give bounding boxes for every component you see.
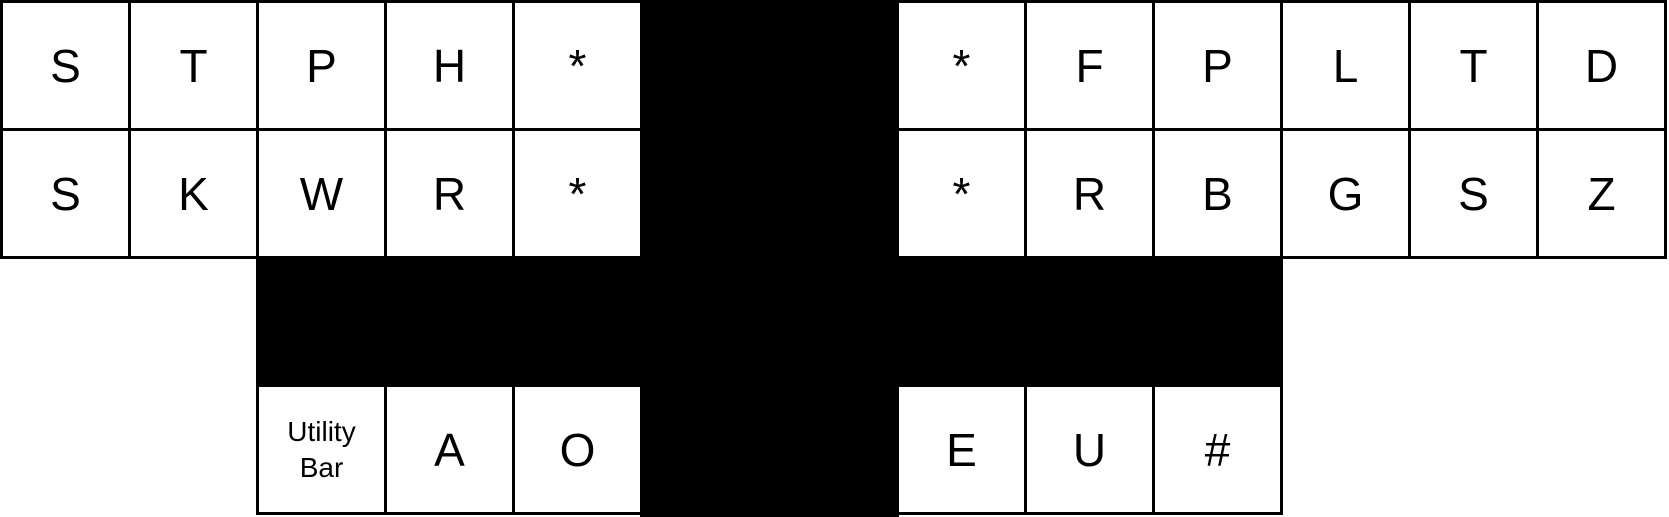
steno-layout: S T P H * S K W R * * F P L T D * R B G … (0, 0, 1669, 517)
key-thumb-a[interactable]: A (384, 384, 515, 515)
key-left-top-s[interactable]: S (0, 0, 131, 131)
key-right-bottom-z[interactable]: Z (1536, 128, 1667, 259)
key-right-bottom-s[interactable]: S (1408, 128, 1539, 259)
key-right-bottom-star[interactable]: * (896, 128, 1027, 259)
key-number-bar[interactable]: # (1152, 384, 1283, 515)
key-thumb-u[interactable]: U (1024, 384, 1155, 515)
key-left-top-p[interactable]: P (256, 0, 387, 131)
key-right-bottom-g[interactable]: G (1280, 128, 1411, 259)
key-left-bottom-r[interactable]: R (384, 128, 515, 259)
key-left-top-t[interactable]: T (128, 0, 259, 131)
key-thumb-e[interactable]: E (896, 384, 1027, 515)
utility-label-line1: Utility (287, 415, 356, 447)
key-left-bottom-star[interactable]: * (512, 128, 643, 259)
key-utility-bar[interactable]: Utility Bar (256, 384, 387, 515)
thumb-black-band (256, 256, 1283, 387)
key-right-bottom-r[interactable]: R (1024, 128, 1155, 259)
key-left-bottom-s[interactable]: S (0, 128, 131, 259)
key-left-top-star[interactable]: * (512, 0, 643, 131)
key-thumb-o[interactable]: O (512, 384, 643, 515)
key-left-bottom-w[interactable]: W (256, 128, 387, 259)
key-right-top-d[interactable]: D (1536, 0, 1667, 131)
key-right-top-f[interactable]: F (1024, 0, 1155, 131)
key-right-top-l[interactable]: L (1280, 0, 1411, 131)
key-right-top-t[interactable]: T (1408, 0, 1539, 131)
key-right-top-p[interactable]: P (1152, 0, 1283, 131)
key-right-top-star[interactable]: * (896, 0, 1027, 131)
key-left-top-h[interactable]: H (384, 0, 515, 131)
key-right-bottom-b[interactable]: B (1152, 128, 1283, 259)
utility-label-line2: Bar (299, 451, 344, 483)
key-left-bottom-k[interactable]: K (128, 128, 259, 259)
